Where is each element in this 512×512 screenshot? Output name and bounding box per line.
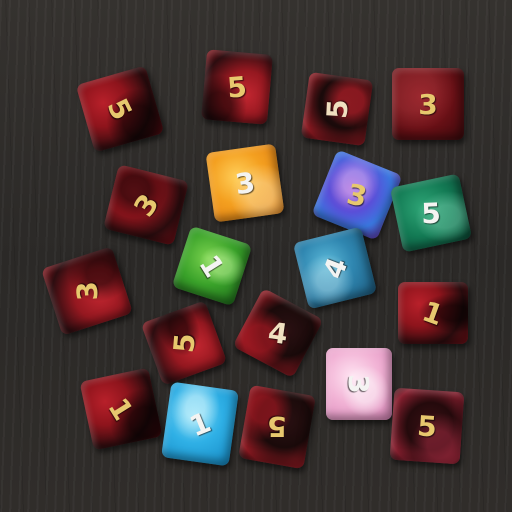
die-face-number: 5: [166, 331, 202, 355]
wooden-table-surface: 5 5 5 3 3 3 3 5 1 4 3 1 5 4 1 1 5 3 5: [0, 0, 512, 512]
die-face-number: 3: [344, 176, 370, 214]
die-face-number: 3: [70, 280, 104, 302]
die-face-number: 5: [267, 410, 287, 444]
die-pink-3: 3: [326, 348, 392, 420]
die-face-number: 5: [225, 69, 249, 105]
die-red-black-5-middle: 5: [140, 300, 228, 386]
die-black-red-5-top: 5: [300, 71, 374, 147]
die-maroon-black-5: 5: [389, 387, 465, 465]
die-green-teal-5: 5: [389, 173, 473, 253]
die-face-number: 3: [233, 165, 257, 201]
die-teal-blue-4: 4: [292, 226, 378, 310]
die-face-number: 4: [266, 315, 290, 351]
die-green-1: 1: [171, 225, 253, 307]
die-face-number: 3: [342, 374, 376, 394]
die-face-number: 5: [416, 408, 438, 444]
die-red-black-1-right: 1: [398, 282, 468, 344]
die-face-number: 5: [320, 98, 354, 120]
die-red-black-3-left: 3: [40, 246, 134, 336]
die-face-number: 1: [184, 405, 216, 443]
die-dark-red-3-top-right: 3: [392, 68, 464, 140]
die-red-black-5-top-left: 5: [75, 65, 165, 153]
die-face-number: 1: [418, 294, 448, 332]
die-face-number: 1: [192, 248, 232, 283]
die-orange-3: 3: [205, 143, 285, 223]
die-red-black-1-bottom-left: 1: [79, 367, 163, 451]
die-face-number: 1: [101, 391, 141, 426]
die-cyan-1: 1: [161, 381, 239, 467]
die-face-number: 5: [420, 196, 442, 230]
die-red-black-3: 3: [103, 164, 189, 246]
die-face-number: 3: [126, 187, 166, 223]
die-red-black-5-top: 5: [201, 49, 273, 125]
die-face-number: 5: [100, 93, 140, 125]
die-black-red-5-bottom: 5: [238, 384, 316, 470]
die-face-number: 3: [418, 87, 438, 121]
